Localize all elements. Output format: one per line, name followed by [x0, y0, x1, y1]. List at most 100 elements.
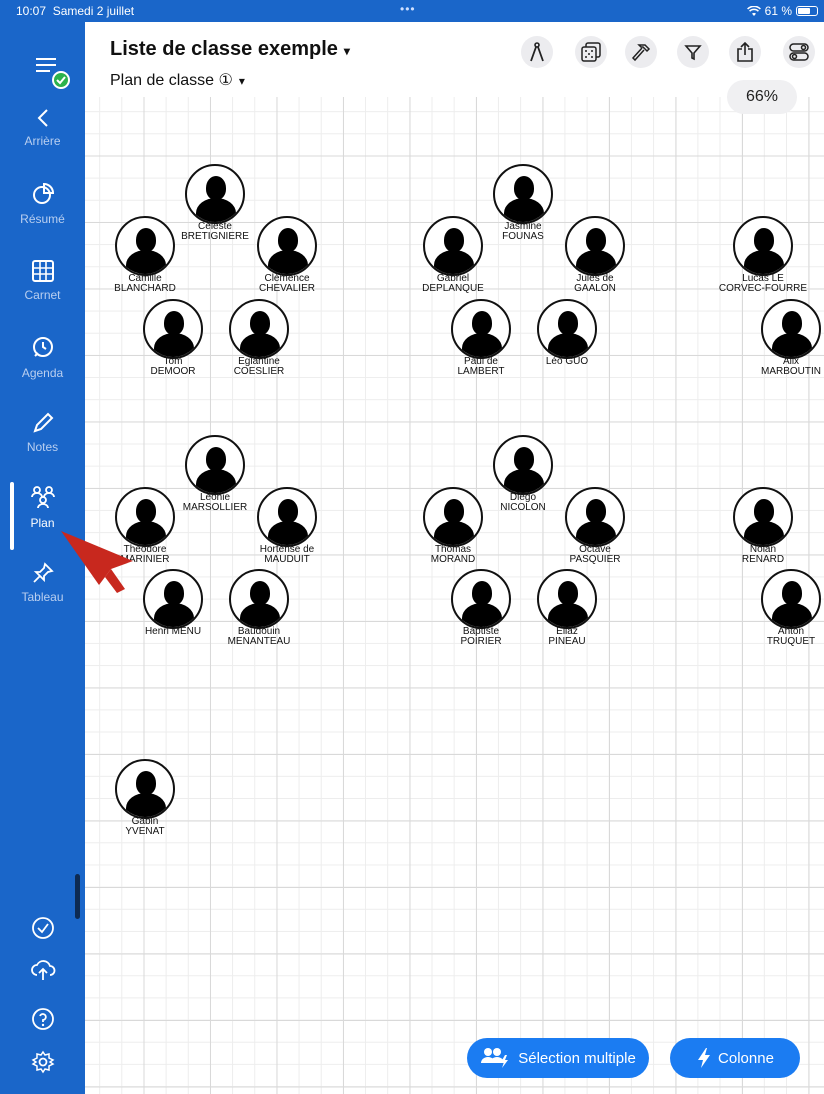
student-name: Nolan RENARD [708, 545, 818, 565]
sidebar-item-label: Carnet [24, 288, 61, 302]
student-last-name: BRETIGNIERE [181, 231, 249, 242]
sidebar-item-agenda[interactable]: Agenda [0, 336, 85, 380]
avatar [185, 164, 245, 224]
pencil-icon [32, 412, 53, 433]
pointer-arrow-icon [61, 531, 133, 593]
toggle-icon [789, 43, 809, 61]
student-last-name: MARSOLLIER [182, 502, 248, 513]
wifi-icon [746, 5, 761, 16]
class-list-selector[interactable]: Liste de classe exemple ▾ [110, 38, 350, 61]
status-time: 10:07 Samedi 2 juillet [16, 4, 135, 18]
avatar [257, 487, 317, 547]
check-circle-icon [31, 917, 54, 939]
student-name: Octave PASQUIER [540, 545, 650, 565]
avatar [143, 569, 203, 629]
student-last-name: DEPLANQUE [422, 283, 484, 294]
scroll-indicator[interactable] [75, 874, 80, 919]
filter-button[interactable] [677, 36, 709, 68]
student-last-name: PASQUIER [569, 554, 621, 565]
main-area: Liste de classe exemple ▾ Plan de classe … [85, 22, 824, 1094]
sync-ok-badge [52, 71, 70, 89]
filter-icon [684, 45, 702, 61]
avatar [185, 435, 245, 495]
column-button[interactable]: Colonne [670, 1038, 800, 1078]
student-last-name: Léo GUO [545, 356, 589, 367]
avatar [143, 299, 203, 359]
people-bolt-icon [481, 1048, 509, 1068]
share-icon [737, 42, 753, 62]
chevron-left-icon [37, 109, 48, 127]
avatar [761, 299, 821, 359]
student-name: Lucas LE CORVEC-FOURRE [708, 274, 818, 294]
student-last-name: RENARD [741, 554, 785, 565]
sidebar-item-resume[interactable]: Résumé [0, 182, 85, 226]
sidebar-item-notes[interactable]: Notes [0, 412, 85, 454]
sidebar-item-carnet[interactable]: Carnet [0, 260, 85, 302]
student-name: Baudouin MENANTEAU [204, 627, 314, 647]
avatar [229, 569, 289, 629]
clock-icon [32, 337, 53, 357]
status-bar: 10:07 Samedi 2 juillet ••• 61 % [0, 0, 824, 22]
avatar [537, 569, 597, 629]
multi-select-button[interactable]: Sélection multiple [467, 1038, 649, 1078]
student-last-name: DEMOOR [150, 366, 196, 377]
sidebar-check-button[interactable] [0, 916, 85, 940]
avatar [423, 487, 483, 547]
student-name: Gabin YVENAT [90, 817, 200, 837]
hammer-button[interactable] [625, 36, 657, 68]
zoom-level[interactable]: 66% [727, 80, 797, 114]
student-last-name: BLANCHARD [114, 283, 176, 294]
bolt-icon [698, 1048, 711, 1068]
student-last-name: MORAND [430, 554, 476, 565]
multi-select-label: Sélection multiple [518, 1049, 636, 1067]
back-button[interactable]: Arrière [0, 108, 85, 148]
student-last-name: PINEAU [548, 636, 586, 647]
avatar [733, 487, 793, 547]
student-name: Alix MARBOUTIN [736, 357, 824, 377]
avatar [493, 435, 553, 495]
student-name: Camille BLANCHARD [90, 274, 200, 294]
people-icon [30, 486, 55, 509]
toggles-button[interactable] [783, 36, 815, 68]
menu-button[interactable] [36, 57, 70, 89]
student-name: Léo GUO [512, 357, 622, 367]
student-name: Clémence CHEVALIER [232, 274, 342, 294]
sidebar-item-label: Agenda [21, 366, 64, 380]
student-last-name: CHEVALIER [259, 283, 315, 294]
status-right: 61 % [746, 4, 818, 18]
dice-icon [581, 42, 601, 62]
avatar [451, 299, 511, 359]
back-label: Arrière [24, 134, 61, 148]
compass-icon [530, 42, 544, 62]
student-name: Thomas MORAND [398, 545, 508, 565]
student-name: Anton TRUQUET [736, 627, 824, 647]
student-last-name: MAUDUIT [264, 554, 310, 565]
student-last-name: GAALON [574, 283, 616, 294]
sidebar-item-plan[interactable]: Plan [0, 486, 85, 530]
avatar [565, 487, 625, 547]
dice-button[interactable] [575, 36, 607, 68]
sidebar-cloud-button[interactable] [0, 958, 85, 982]
sidebar-settings-button[interactable] [0, 1050, 85, 1074]
page-title: Liste de classe exemple [110, 38, 338, 60]
student-name: Céleste BRETIGNIERE [160, 222, 270, 242]
battery-percent: 61 % [764, 4, 792, 18]
student-last-name: CORVEC-FOURRE [718, 283, 808, 294]
multitask-dots[interactable]: ••• [400, 2, 416, 16]
column-label: Colonne [718, 1049, 774, 1067]
student-last-name: LAMBERT [457, 366, 505, 377]
student-name: Gabriel DEPLANQUE [398, 274, 508, 294]
avatar [733, 216, 793, 276]
share-button[interactable] [729, 36, 761, 68]
seating-plan-selector[interactable]: Plan de classe ① ▾ [110, 70, 245, 90]
sidebar-item-label: Résumé [20, 212, 65, 226]
compass-button[interactable] [521, 36, 553, 68]
avatar [423, 216, 483, 276]
student-name: Eglantine COESLIER [204, 357, 314, 377]
chevron-down-icon: ▾ [343, 44, 350, 58]
sidebar-help-button[interactable] [0, 1007, 85, 1031]
student-last-name: TRUQUET [766, 636, 816, 647]
student-last-name: POIRIER [460, 636, 502, 647]
avatar [115, 216, 175, 276]
hammer-icon [631, 44, 651, 62]
